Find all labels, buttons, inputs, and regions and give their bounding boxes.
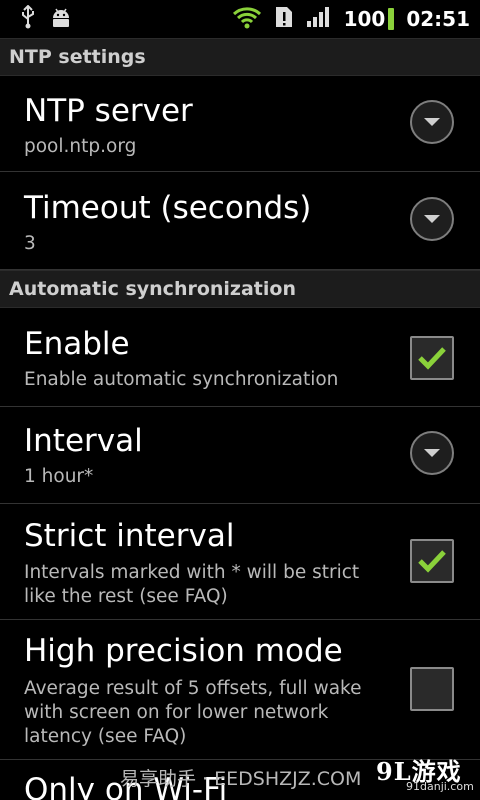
pref-summary: pool.ntp.org xyxy=(24,136,137,157)
battery-icon xyxy=(388,8,395,30)
alert-icon xyxy=(274,5,294,33)
chevron-down-icon xyxy=(424,449,440,457)
brand-logo: 9L游戏 91danji.com xyxy=(376,752,474,793)
pref-high-precision[interactable]: High precision mode Average result of 5 … xyxy=(0,620,480,760)
high-precision-checkbox[interactable] xyxy=(410,667,454,711)
dropdown-button[interactable] xyxy=(410,431,454,475)
pref-title: Enable xyxy=(24,326,130,362)
pref-enable[interactable]: Enable Enable automatic synchronization xyxy=(0,307,480,407)
pref-summary: Intervals marked with * will be strict l… xyxy=(24,562,360,607)
pref-strict-interval[interactable]: Strict interval Intervals marked with * … xyxy=(0,504,480,620)
watermark-text: 易享助手 · EEDSHZJZ.COM xyxy=(120,768,362,790)
pref-title: NTP server xyxy=(24,93,193,129)
chevron-down-icon xyxy=(424,118,440,126)
pref-summary: Enable automatic synchronization xyxy=(24,369,339,390)
section-title: NTP settings xyxy=(9,46,146,68)
signal-icon xyxy=(306,5,332,33)
wifi-icon xyxy=(232,5,262,33)
pref-title: High precision mode xyxy=(24,633,343,669)
brand-url: 91danji.com xyxy=(406,780,474,793)
section-header-automatic-sync: Automatic synchronization xyxy=(0,270,480,308)
chevron-down-icon xyxy=(424,215,440,223)
strict-interval-checkbox[interactable] xyxy=(410,539,454,583)
enable-checkbox[interactable] xyxy=(410,336,454,380)
usb-icon xyxy=(20,4,36,33)
checkmark-icon xyxy=(418,550,446,573)
pref-summary: Average result of 5 offsets, full wake w… xyxy=(24,678,362,747)
dropdown-button[interactable] xyxy=(410,100,454,144)
pref-ntp-server[interactable]: NTP server pool.ntp.org xyxy=(0,75,480,172)
pref-title: Strict interval xyxy=(24,518,235,554)
pref-summary: 1 hour* xyxy=(24,466,94,487)
dropdown-button[interactable] xyxy=(410,197,454,241)
status-bar: 100 02:51 xyxy=(0,0,480,38)
section-title: Automatic synchronization xyxy=(9,278,296,300)
checkmark-icon xyxy=(418,347,446,370)
section-header-ntp-settings: NTP settings xyxy=(0,38,480,76)
pref-summary: 3 xyxy=(24,233,36,254)
android-debug-icon xyxy=(50,6,72,32)
pref-title: Timeout (seconds) xyxy=(24,190,312,226)
pref-interval[interactable]: Interval 1 hour* xyxy=(0,407,480,504)
clock: 02:51 xyxy=(406,7,470,31)
battery-indicator: 100 xyxy=(344,7,395,31)
pref-title: Interval xyxy=(24,423,143,459)
pref-timeout[interactable]: Timeout (seconds) 3 xyxy=(0,172,480,270)
battery-level: 100 xyxy=(343,7,386,31)
